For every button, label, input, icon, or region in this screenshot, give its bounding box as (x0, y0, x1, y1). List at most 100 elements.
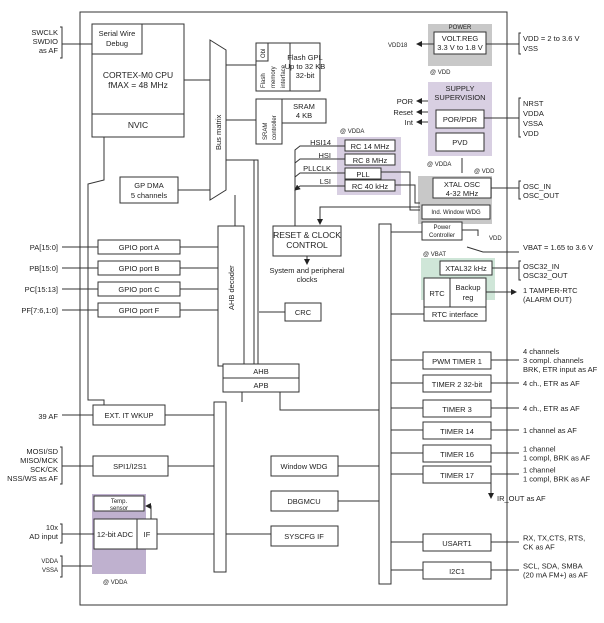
sup-at-vdda: @ VDDA (427, 162, 451, 168)
flash-label-2: Up to 32 KB (285, 62, 325, 71)
supervision-title-1: SUPPLY (445, 84, 474, 93)
sram-label-2: 4 KB (296, 111, 312, 120)
vdda-label: VDDA (41, 559, 58, 565)
vss-label: VSS (523, 44, 538, 53)
peripheral-label: TIMER 3 (442, 405, 472, 414)
gpio-port-label: GPIO port F (119, 306, 160, 315)
ahb-decoder-label: AHB decoder (227, 265, 236, 310)
peripheral-pin-label: 4 ch., ETR as AF (523, 379, 580, 388)
pvd-label: PVD (452, 138, 468, 147)
apb-bus-right (378, 223, 392, 585)
adc-in-label-1: 10x (46, 523, 58, 532)
osc-out-label: OSC_OUT (523, 191, 560, 200)
vdd18-label: VDD18 (388, 43, 408, 49)
gpio-port-label: GPIO port B (119, 264, 160, 273)
osc32-in-label: OSC32_IN (523, 262, 559, 271)
flash-label-3: 32-bit (296, 71, 316, 80)
rcc-out-label-1: System and peripheral (269, 266, 344, 275)
peripheral-pin-label: CK as AF (523, 543, 555, 552)
peripheral-label: TIMER 2 32-bit (432, 380, 483, 389)
vdd-range-label: VDD = 2 to 3.6 V (523, 34, 580, 43)
nrst-label: NRST (523, 99, 544, 108)
vdd-switch-label: VDD (489, 236, 502, 242)
syscfg-label: SYSCFG IF (284, 532, 324, 541)
peripheral-pin-label: BRK, ETR input as AF (523, 365, 598, 374)
peripheral-pin-label: (20 mA FM+) as AF (523, 571, 588, 580)
peripheral-label: TIMER 17 (440, 471, 474, 480)
block-diagram: Serial Wire Debug CORTEX-M0 CPU fMAX = 4… (7, 11, 598, 606)
lsi-label: LSI (320, 177, 331, 186)
gpio-pin-label: PC[15:13] (25, 285, 58, 294)
mosi-label: MOSI/SD (26, 447, 58, 456)
rcc-out-label-2: clocks (297, 275, 318, 284)
crc-label: CRC (295, 308, 312, 317)
reset-out-label: Reset (393, 108, 414, 117)
sram-ctrl-label-2: controller (272, 115, 278, 140)
peripheral-label: I2C1 (449, 567, 465, 576)
nss-label: NSS/WS as AF (7, 474, 58, 483)
power-ctrl-label-2: Controller (429, 233, 455, 239)
osc-in-label: OSC_IN (523, 182, 551, 191)
bus-matrix-label: Bus matrix (214, 114, 223, 150)
por-out-label: POR (397, 97, 414, 106)
rc8-label: RC 8 MHz (353, 156, 388, 165)
gpio-port-label: GPIO port C (118, 285, 160, 294)
peripheral-pin-label: 1 channel as AF (523, 426, 577, 435)
xtal32-label: XTAL32 kHz (445, 264, 487, 273)
volt-reg-label-2: 3.3 V to 1.8 V (437, 43, 482, 52)
tamper-label-1: 1 TAMPER-RTC (523, 286, 578, 295)
swclk-label: SWCLK (31, 28, 58, 37)
power-at-vdd: @ VDD (430, 70, 451, 76)
spi-label: SPI1/I2S1 (113, 462, 147, 471)
vssa-label: VSSA (42, 568, 58, 574)
dbgmcu-label: DBGMCU (287, 497, 320, 506)
backup-label-2: reg (463, 293, 474, 302)
at-vbat-label: @ VBAT (423, 252, 446, 258)
apb-label: APB (253, 381, 268, 390)
vssa-pin-label: VSSA (523, 119, 543, 128)
gpio-pin-label: PA[15:0] (30, 243, 58, 252)
peripheral-pin-label: 1 compl, BRK as AF (523, 475, 591, 484)
gpio-pin-label: PF[7:6,1:0] (21, 306, 58, 315)
por-pdr-label: POR/PDR (443, 115, 478, 124)
xtal-osc-label-2: 4-32 MHz (446, 189, 479, 198)
peripheral-label: TIMER 16 (440, 450, 474, 459)
pll-label: PLL (356, 170, 369, 179)
ahb-label: AHB (253, 367, 268, 376)
int-out-label: Int (405, 118, 414, 127)
flash-label-1: Flash GPL (287, 53, 322, 62)
exti-label: EXT. IT WKUP (104, 411, 153, 420)
power-ctrl-label-1: Power (433, 225, 450, 231)
peripheral-label: PWM TIMER 1 (432, 357, 482, 366)
tamper-label-2: (ALARM OUT) (523, 295, 572, 304)
adc-if-label: IF (144, 530, 151, 539)
cpu-label: CORTEX-M0 CPU (103, 70, 173, 80)
af39-label: 39 AF (38, 412, 58, 421)
obl-label: Obl (261, 49, 267, 58)
vbat-range-label: VBAT = 1.65 to 3.6 V (523, 243, 593, 252)
rtc-if-label: RTC interface (432, 310, 478, 319)
rcc-label-2: CONTROL (286, 240, 328, 250)
rc40-label: RC 40 kHz (352, 182, 389, 191)
dma-label-1: GP DMA (134, 181, 163, 190)
swd-label-2: Debug (106, 39, 128, 48)
rtc-label: RTC (429, 289, 445, 298)
apb-bus-left (213, 401, 227, 573)
vdda-pin-label: VDDA (523, 109, 544, 118)
sram-ctrl-block (255, 98, 283, 145)
peripheral-pin-label: SCL, SDA, SMBA (523, 562, 583, 571)
fmax-label: fMAX = 48 MHz (108, 80, 168, 90)
backup-label-1: Backup (455, 283, 480, 292)
peripheral-pin-label: 1 channel (523, 445, 556, 454)
temp-label-2: sensor (110, 506, 128, 512)
supervision-title-2: SUPERVISION (434, 93, 485, 102)
sup-at-vdd: @ VDD (474, 169, 495, 175)
ir-out-label: IR_OUT as AF (497, 494, 546, 503)
peripheral-pin-label: RX, TX,CTS, RTS, (523, 534, 585, 543)
swd-label-1: Serial Wire (99, 29, 136, 38)
iwdg-label: Ind. Window WDG (431, 210, 481, 216)
wwdg-label: Window WDG (280, 462, 327, 471)
gpio-port-label: GPIO port A (119, 243, 159, 252)
dma-label-2: 5 channels (131, 191, 168, 200)
rcc-label-1: RESET & CLOCK (273, 230, 341, 240)
